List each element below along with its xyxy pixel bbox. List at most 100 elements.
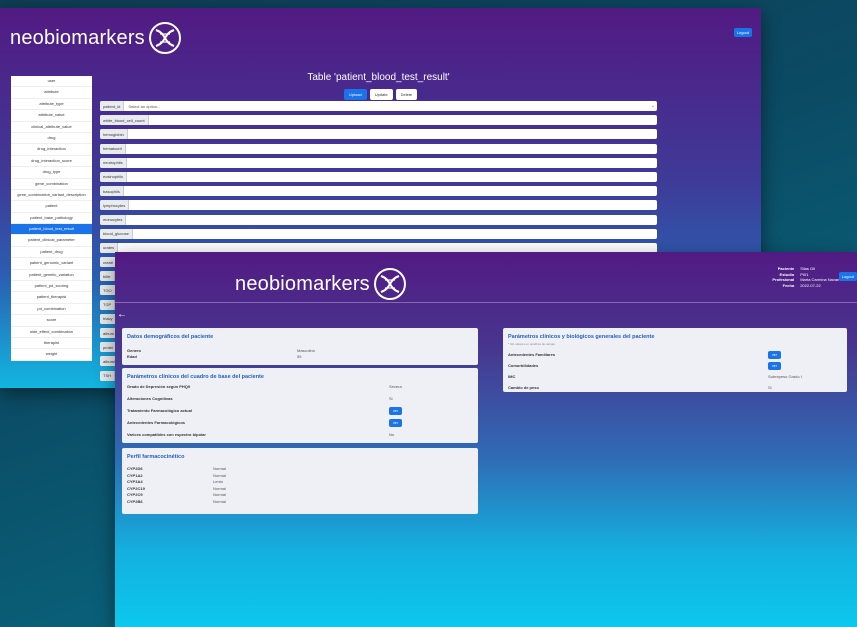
patient-info-value: 2022-07-22 — [800, 282, 821, 288]
field-label: lymphocytes — [100, 200, 130, 211]
field-row[interactable]: basophils — [100, 186, 657, 197]
row-value: No — [389, 432, 395, 437]
sidebar-item[interactable]: pd_combination — [11, 304, 92, 316]
row-key: CYP2D6 — [127, 466, 143, 471]
field-row[interactable]: monocytes — [100, 214, 657, 225]
sidebar-item[interactable]: patient — [11, 201, 92, 213]
patient-id-label: patient_id — [100, 101, 125, 111]
sidebar-item[interactable]: drug_type — [11, 167, 92, 179]
row-key: CYP2B6 — [127, 498, 143, 504]
field-label: monocytes — [100, 214, 127, 225]
row-value: Si — [389, 396, 393, 401]
sidebar-item[interactable]: patient_therapist — [11, 292, 92, 304]
row-key: Genero — [127, 348, 142, 353]
sidebar-item[interactable]: patient_clinical_parameter — [11, 235, 92, 247]
upload-button[interactable]: Upload — [344, 89, 367, 100]
sidebar-item[interactable]: drug_interaction — [11, 144, 92, 156]
field-label: TGO — [100, 285, 116, 296]
dna-logo-icon — [373, 268, 406, 300]
sidebar-item[interactable]: drug — [11, 133, 92, 145]
patient-info: Paciente Silas Gil Estudio PI01 Profesional M… — [769, 266, 845, 288]
table-title: Table 'patient_blood_test_result' — [307, 72, 450, 83]
sidebar-item[interactable]: patient_base_pathology — [11, 213, 92, 225]
sidebar-item[interactable]: score — [11, 315, 92, 327]
field-label: hemoglobin — [100, 129, 128, 140]
card-row: CYP2C19 Normal — [127, 486, 473, 491]
sidebar-item[interactable]: patient_pd_scoring — [11, 281, 92, 293]
card-row: Tratamiento Farmacológico actual ver — [127, 406, 473, 415]
update-button[interactable]: Update — [369, 89, 393, 100]
sidebar-item[interactable]: attribute — [11, 87, 92, 99]
field-label: white_blood_cell_count — [100, 115, 149, 126]
field-row[interactable]: hematocrit — [100, 143, 657, 154]
card-row: Edad 55 — [127, 354, 473, 359]
ver-button[interactable]: ver — [768, 350, 781, 359]
row-key: Antecedentes Familiares — [508, 352, 556, 357]
arrow-left-icon[interactable]: ← — [117, 309, 127, 320]
dna-logo-icon — [148, 22, 181, 54]
clinical-general-card: Parámetros clínicos y biológicos general… — [503, 328, 847, 392]
demographics-card: Datos demográficos del paciente Genero Ma… — [122, 328, 478, 365]
clinical-base-card: Parámetros clínicos del cuadro de base d… — [122, 368, 478, 443]
field-row[interactable]: eosinophils — [100, 171, 657, 182]
card-title: Parámetros clínicos del cuadro de base d… — [127, 374, 264, 380]
field-label: neutrophils — [100, 157, 127, 168]
sidebar-item[interactable]: weight — [11, 349, 92, 361]
row-key: CYP1A2 — [127, 472, 143, 478]
card-row: CYP2B6 Normal — [127, 499, 473, 504]
row-key: Comorbilidades — [508, 363, 539, 368]
sidebar-item[interactable]: attribute_value — [11, 110, 92, 122]
sidebar-item[interactable]: therapist — [11, 338, 92, 350]
field-label: eosinophils — [100, 171, 128, 182]
sidebar-item[interactable]: patient_genomic_variant — [11, 258, 92, 270]
row-value: Severa — [389, 384, 402, 389]
sidebar-item[interactable]: patient_drug — [11, 247, 92, 259]
brand-name: neobiomarkers — [10, 26, 145, 49]
logout-button[interactable]: Logout — [838, 272, 857, 281]
field-row[interactable]: white_blood_cell_count — [100, 115, 657, 126]
sidebar-item[interactable]: gene_combination — [11, 179, 92, 190]
row-key: IMC — [508, 374, 516, 379]
patient-id-placeholder: Select an option... — [128, 103, 161, 109]
sidebar-item[interactable]: patient_blood_test_result — [11, 224, 92, 236]
row-key: CYP2C19 — [127, 485, 145, 491]
logout-button[interactable]: Logout — [733, 28, 752, 37]
field-row[interactable]: blood_glucose — [100, 228, 657, 239]
row-value: 55 — [297, 354, 302, 359]
sidebar-item[interactable]: attribute_type — [11, 99, 92, 111]
row-key: Alteraciones Cognitivas — [127, 396, 173, 401]
row-key: CYP3A4 — [127, 479, 143, 484]
field-row[interactable]: hemoglobin — [100, 129, 657, 140]
sidebar-item[interactable]: drug_interaction_score — [11, 156, 92, 168]
brand: neobiomarkers — [10, 20, 183, 56]
row-key: Antecedentes Farmacológicos — [127, 420, 186, 425]
sidebar-item[interactable]: gene_combination_variant_description — [11, 190, 92, 202]
sidebar-item[interactable]: side_effect_combination — [11, 327, 92, 338]
field-label: bilirr — [100, 271, 115, 282]
card-row: CYP3A4 Lento — [127, 479, 473, 484]
field-label: TGP — [100, 299, 116, 310]
card-row: Genero Masculino — [127, 348, 473, 353]
field-label: hematocrit — [100, 143, 126, 154]
field-row[interactable]: neutrophils — [100, 157, 657, 168]
card-row: Antecedentes Familiares ver — [508, 350, 842, 359]
field-row[interactable]: lymphocytes — [100, 200, 657, 211]
row-value: Normal — [213, 498, 226, 504]
patient-window: neobiomarkers Paciente Silas Gil Estudio PI… — [115, 252, 857, 627]
ver-button[interactable]: ver — [389, 418, 402, 427]
sidebar-item[interactable]: user — [11, 76, 92, 88]
pharmacokinetic-card: Perfil farmacocinético CYP2D6 Normal CYP1A… — [122, 448, 478, 514]
card-title: Datos demográficos del paciente — [127, 334, 214, 340]
card-row: Antecedentes Farmacológicos ver — [127, 418, 473, 427]
chevron-down-icon: ⌄ — [650, 103, 656, 109]
card-row: CYP1A2 Normal — [127, 473, 473, 478]
delete-button[interactable]: Delete — [395, 89, 418, 100]
ver-button[interactable]: ver — [768, 361, 781, 370]
row-value: Normal — [213, 466, 226, 471]
ver-button[interactable]: ver — [389, 406, 402, 415]
sidebar-item[interactable]: patient_genetic_variation — [11, 270, 92, 282]
patient-info-key: Fecha — [782, 282, 795, 288]
row-value: Masculino — [297, 348, 316, 353]
sidebar-item[interactable]: clinical_attribute_value — [11, 122, 92, 133]
patient-id-select[interactable]: patient_id Select an option... ⌄ — [100, 101, 657, 111]
